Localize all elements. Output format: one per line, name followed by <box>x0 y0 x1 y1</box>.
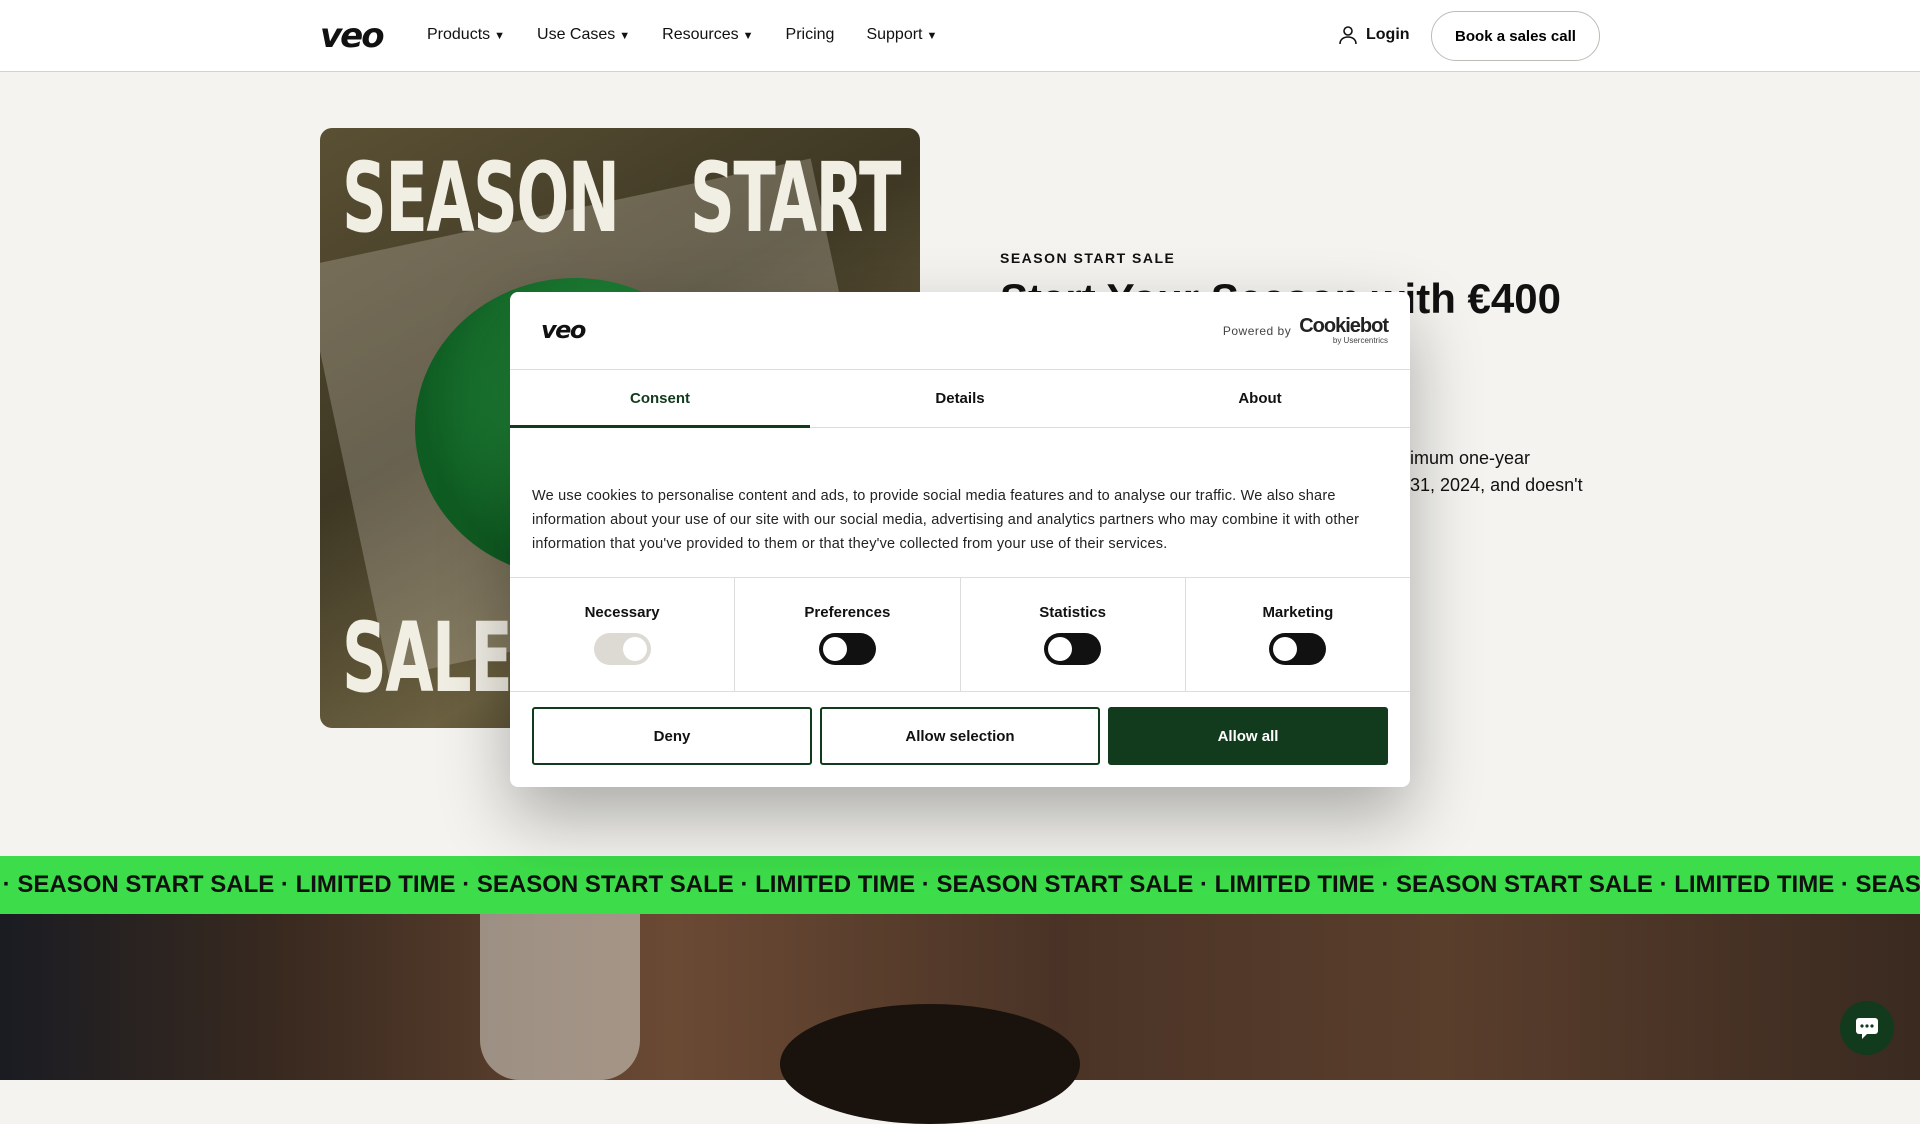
nav-label: Use Cases <box>537 26 616 43</box>
cookiebot-logo: Cookiebot by Usercentrics <box>1299 315 1389 345</box>
nav-pricing[interactable]: Pricing <box>786 26 835 44</box>
marketing-toggle[interactable] <box>1269 633 1327 665</box>
tab-details[interactable]: Details <box>810 370 1110 427</box>
hero-word: START <box>690 142 901 254</box>
allow-selection-button[interactable]: Allow selection <box>820 707 1100 765</box>
category-label: Necessary <box>584 604 660 621</box>
cookiebot-sub: by Usercentrics <box>1332 336 1388 345</box>
necessary-toggle <box>593 633 651 665</box>
main-menu: Products ▼ Use Cases ▼ Resources ▼ Pricing … <box>427 26 937 44</box>
head-shape <box>780 1004 1080 1124</box>
statistics-toggle[interactable] <box>1044 633 1102 665</box>
nav-support[interactable]: Support ▼ <box>866 26 937 44</box>
nav-resources[interactable]: Resources ▼ <box>662 26 753 44</box>
chevron-down-icon: ▼ <box>742 30 754 42</box>
eyebrow: SEASON START SALE <box>1000 250 1176 266</box>
category-label: Preferences <box>804 604 891 621</box>
chevron-down-icon: ▼ <box>619 30 631 42</box>
nav-label: Support <box>866 26 923 43</box>
chevron-down-icon: ▼ <box>494 30 506 42</box>
login-link[interactable]: Login <box>1338 25 1410 45</box>
consent-categories: Necessary Preferences Statistics Marketi… <box>510 578 1410 692</box>
preferences-toggle[interactable] <box>818 633 876 665</box>
cookie-consent-dialog: veo Powered by Cookiebot by Usercentrics … <box>510 292 1410 787</box>
hero-word: SEASON <box>342 142 620 254</box>
category-marketing: Marketing <box>1186 578 1410 691</box>
background-photo <box>0 914 1920 1124</box>
chat-button[interactable] <box>1840 1001 1894 1055</box>
towel-shape <box>480 914 640 1080</box>
hero-word: SALE <box>342 602 513 714</box>
veo-logo: veo <box>541 316 586 344</box>
top-nav: veo Products ▼ Use Cases ▼ Resources ▼ Pric… <box>0 0 1920 72</box>
book-sales-call-button[interactable]: Book a sales call <box>1431 11 1600 61</box>
category-statistics: Statistics <box>961 578 1186 691</box>
deny-button[interactable]: Deny <box>532 707 812 765</box>
login-label: Login <box>1366 26 1410 43</box>
tab-consent[interactable]: Consent <box>510 370 810 428</box>
chevron-down-icon: ▼ <box>926 30 938 42</box>
nav-label: Products <box>427 26 491 43</box>
dialog-actions: Deny Allow selection Allow all <box>510 692 1410 780</box>
consent-text: We use cookies to personalise content an… <box>510 428 1410 578</box>
category-label: Marketing <box>1262 604 1334 621</box>
marquee-text: E · SEASON START SALE · LIMITED TIME · S… <box>0 871 1920 898</box>
powered-by[interactable]: Powered by Cookiebot by Usercentrics <box>1222 315 1389 345</box>
category-preferences: Preferences <box>735 578 961 691</box>
nav-label: Pricing <box>785 26 835 43</box>
tab-about[interactable]: About <box>1110 370 1410 427</box>
cookiebot-name: Cookiebot <box>1299 315 1389 337</box>
nav-label: Resources <box>662 26 739 43</box>
veo-logo[interactable]: veo <box>320 16 385 56</box>
user-icon <box>1339 26 1357 45</box>
marquee-band: E · SEASON START SALE · LIMITED TIME · S… <box>0 856 1920 914</box>
nav-use-cases[interactable]: Use Cases ▼ <box>537 26 630 44</box>
chat-icon <box>1856 1018 1878 1039</box>
dialog-tabs: Consent Details About <box>510 370 1410 428</box>
allow-all-button[interactable]: Allow all <box>1108 707 1388 765</box>
category-necessary: Necessary <box>510 578 736 691</box>
nav-products[interactable]: Products ▼ <box>427 26 505 44</box>
dialog-header: veo Powered by Cookiebot by Usercentrics <box>510 292 1410 370</box>
category-label: Statistics <box>1039 604 1106 621</box>
powered-by-label: Powered by <box>1222 323 1292 338</box>
